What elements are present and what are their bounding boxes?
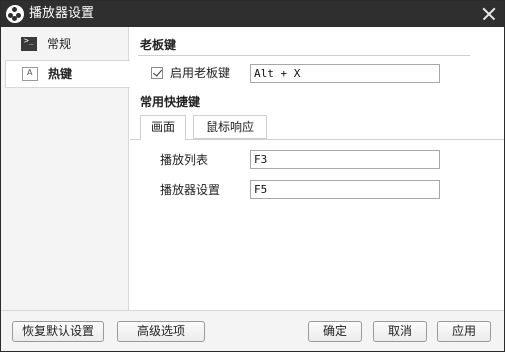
player-settings-shortcut-label: 播放器设置 xyxy=(160,183,221,197)
sidebar: 常规 热键 xyxy=(1,27,130,310)
boss-key-input[interactable]: Alt + X xyxy=(250,64,440,83)
section-divider xyxy=(138,55,470,56)
playlist-shortcut-label: 播放列表 xyxy=(160,153,209,167)
keyboard-icon xyxy=(22,67,38,81)
restore-defaults-button[interactable]: 恢复默认设置 xyxy=(12,321,104,342)
title-bar: 播放器设置 xyxy=(1,1,504,27)
tab-bar-divider xyxy=(130,139,504,140)
apply-button[interactable]: 应用 xyxy=(437,321,491,342)
tab-mouse-response[interactable]: 鼠标响应 xyxy=(193,115,267,139)
settings-panel: 老板键 启用老板键 Alt + X 常用快捷键 画面 鼠标响应 播放列表 F3 … xyxy=(130,27,504,310)
close-icon[interactable] xyxy=(479,4,499,24)
settings-window: 播放器设置 常规 热键 老板键 启用老板键 Alt + X 常用快捷键 画面 鼠… xyxy=(0,0,505,352)
boss-key-section-title: 老板键 xyxy=(140,38,177,52)
window-title: 播放器设置 xyxy=(29,6,95,21)
sidebar-item-general[interactable]: 常规 xyxy=(5,31,129,59)
player-settings-shortcut-input[interactable]: F5 xyxy=(250,180,440,199)
terminal-icon xyxy=(21,36,37,51)
sidebar-item-label: 常规 xyxy=(47,37,72,51)
advanced-options-button[interactable]: 高级选项 xyxy=(117,321,205,342)
tab-picture[interactable]: 画面 xyxy=(140,115,186,140)
cancel-button[interactable]: 取消 xyxy=(373,321,427,342)
playlist-shortcut-input[interactable]: F3 xyxy=(250,150,440,169)
enable-boss-key-checkbox[interactable] xyxy=(151,67,163,79)
ok-button[interactable]: 确定 xyxy=(308,321,362,342)
active-tab-gap xyxy=(141,139,185,140)
sidebar-item-hotkeys[interactable]: 热键 xyxy=(5,60,130,88)
shortcuts-section-title: 常用快捷键 xyxy=(140,95,201,109)
enable-boss-key-label[interactable]: 启用老板键 xyxy=(170,66,230,80)
footer-bar: 恢复默认设置 高级选项 确定 取消 应用 xyxy=(1,310,504,351)
sidebar-item-label: 热键 xyxy=(48,67,73,81)
film-reel-icon xyxy=(6,5,24,23)
